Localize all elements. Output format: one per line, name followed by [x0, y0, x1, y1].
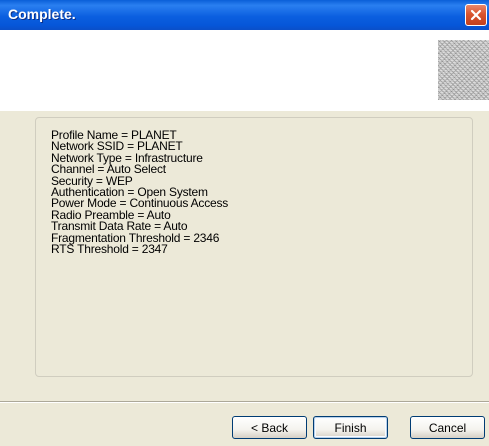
- profile-summary-box: Profile Name = PLANET Network SSID = PLA…: [35, 117, 473, 377]
- summary-line-rts-threshold: RTS Threshold = 2347: [51, 242, 168, 257]
- back-button[interactable]: < Back: [232, 416, 307, 439]
- close-button[interactable]: [465, 4, 487, 26]
- close-icon: [470, 9, 482, 21]
- header-panel: [0, 30, 489, 111]
- cancel-button[interactable]: Cancel: [410, 416, 485, 439]
- header-graphic: [438, 40, 489, 100]
- footer-divider: [0, 401, 489, 403]
- header-divider: [0, 110, 489, 111]
- profile-summary-list: Profile Name = PLANET Network SSID = PLA…: [51, 129, 228, 257]
- title-bar[interactable]: Complete.: [0, 0, 489, 30]
- window-title: Complete.: [8, 6, 76, 22]
- wizard-window: Complete. Profile Name = PLANET Network …: [0, 0, 489, 446]
- finish-button[interactable]: Finish: [313, 416, 388, 439]
